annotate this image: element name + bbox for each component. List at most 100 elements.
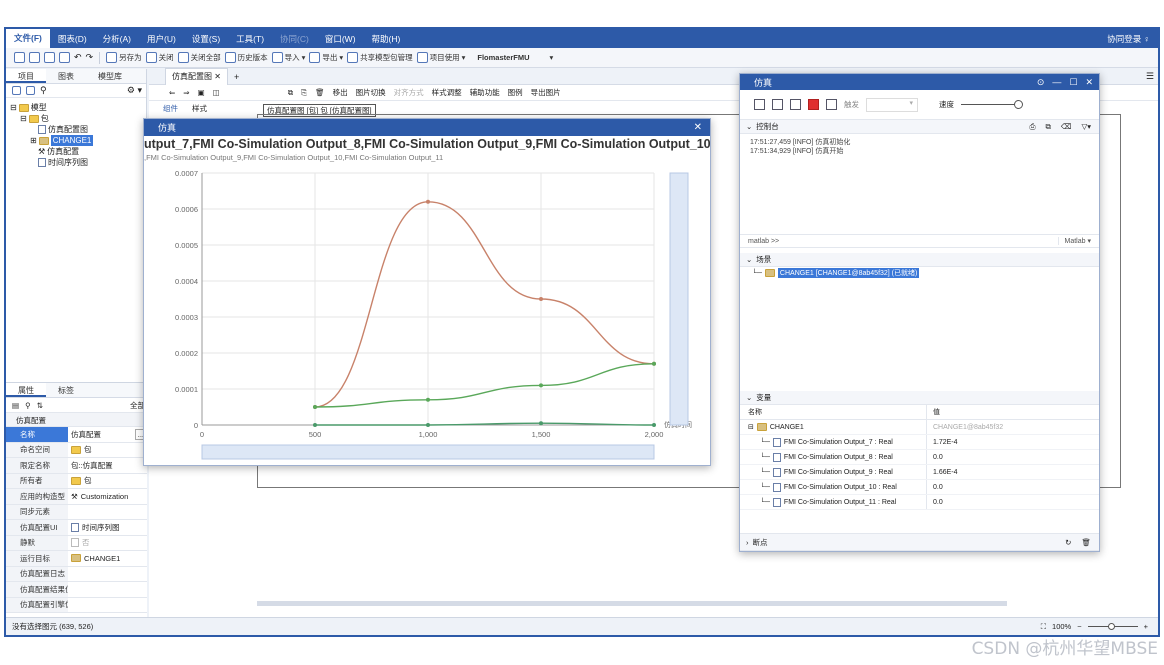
tree-node-sim-config-diagram[interactable]: 仿真配置图 xyxy=(10,124,142,135)
checkbox-icon[interactable] xyxy=(71,538,79,548)
menu-window[interactable]: 窗口(W) xyxy=(317,33,364,45)
scene-item[interactable]: └─ CHANGE1 [CHANGE1@8ab45f32] (已就绪) xyxy=(740,267,1099,279)
zoom-out-icon[interactable]: − xyxy=(1077,622,1081,631)
fmu-button[interactable]: FlomasterFMU xyxy=(477,53,529,62)
style-adjust-button[interactable]: 样式调整 xyxy=(432,87,462,98)
image-switch-button[interactable]: 图片切换 xyxy=(356,87,386,98)
props-search-icon[interactable]: ⚲ xyxy=(25,401,31,410)
prop-row-result[interactable]: 仿真配置结果位置 xyxy=(6,582,147,598)
table-row[interactable]: ⊟ CHANGE1 CHANGE1@8ab45f32 xyxy=(740,420,1099,435)
import-button[interactable]: 导入 ▾ xyxy=(271,52,305,63)
speed-slider[interactable] xyxy=(961,100,1023,109)
step-icon[interactable] xyxy=(754,99,765,110)
project-use-button[interactable]: 项目使用 ▾ xyxy=(416,52,465,63)
prop-row-silent[interactable]: 静默 否 xyxy=(6,535,147,551)
export-button[interactable]: 导出 ▾ xyxy=(309,52,343,63)
tree-node-model[interactable]: ⊟ 模型 xyxy=(10,102,142,113)
table-row[interactable]: └─ FMI Co-Simulation Output_9 : Real 1.66… xyxy=(740,465,1099,480)
close-icon[interactable]: ✕ xyxy=(214,72,221,81)
copy-icon[interactable]: ⧉ xyxy=(1045,122,1050,132)
prop-row-ui[interactable]: 仿真配置UI 时间序列图 xyxy=(6,520,147,536)
tab-sim-config-diagram[interactable]: 仿真配置图 ✕ xyxy=(165,68,228,85)
menu-diagram[interactable]: 图表(D) xyxy=(50,33,95,45)
open-icon[interactable] xyxy=(59,52,70,63)
sim-window-titlebar[interactable]: 仿真 ⊙ — ☐ ✕ xyxy=(740,74,1099,90)
new-icon[interactable] xyxy=(44,52,55,63)
table-row[interactable]: └─ FMI Co-Simulation Output_7 : Real 1.72… xyxy=(740,435,1099,450)
tab-properties[interactable]: 属性 xyxy=(6,383,46,397)
prop-row-namespace[interactable]: 命名空间 包 xyxy=(6,442,147,458)
help-icon[interactable]: ⊙ xyxy=(1037,77,1045,88)
zoom-slider-thumb[interactable] xyxy=(1107,623,1115,630)
menu-analysis[interactable]: 分析(A) xyxy=(95,33,139,45)
print-icon[interactable]: ⎙ xyxy=(1029,122,1035,132)
collapse-icon[interactable] xyxy=(26,86,35,95)
close-icon[interactable]: ✕ xyxy=(694,122,710,133)
fit-icon[interactable]: ⛶ xyxy=(1041,622,1046,632)
prop-row-stereotype[interactable]: 应用的构造型 ⚒ Customization xyxy=(6,489,147,505)
close-all-button[interactable]: 关闭全部 xyxy=(177,52,221,63)
tab-model-library[interactable]: 模型库 xyxy=(86,69,134,83)
legend-button[interactable]: 图例 xyxy=(508,87,523,98)
horizontal-scrollbar[interactable] xyxy=(257,601,1007,606)
var-value[interactable]: 0.0 xyxy=(926,450,1099,464)
var-value[interactable]: 1.72E-4 xyxy=(926,435,1099,449)
assist-button[interactable]: 辅助功能 xyxy=(470,87,500,98)
menu-user[interactable]: 用户(U) xyxy=(139,33,184,45)
table-row[interactable]: └─ FMI Co-Simulation Output_8 : Real 0.0 xyxy=(740,450,1099,465)
list-icon[interactable]: ☰ xyxy=(1146,71,1158,82)
prop-value[interactable]: 仿真配置... xyxy=(68,428,147,440)
menu-help[interactable]: 帮助(H) xyxy=(364,33,409,45)
toolbar-more-icon[interactable]: ▾ xyxy=(549,53,553,62)
history-button[interactable]: 历史版本 xyxy=(224,52,268,63)
breakpoints-header[interactable]: › 断点 ↻ 🗑 xyxy=(740,533,1099,551)
minimize-icon[interactable]: — xyxy=(1052,77,1061,88)
save-as-button[interactable]: 另存为 xyxy=(106,52,142,63)
nav-back-icon[interactable]: ⇐ xyxy=(169,88,175,97)
close-icon[interactable]: ✕ xyxy=(1085,77,1093,88)
filter-icon[interactable]: ▽▾ xyxy=(1081,122,1091,132)
var-value[interactable]: 1.66E-4 xyxy=(926,465,1099,479)
engine-select[interactable]: Matlab ▾ xyxy=(1057,237,1099,245)
console-header[interactable]: ⌄ 控制台 ⎙ ⧉ ⌫ ▽▾ xyxy=(740,120,1099,134)
export-image-button[interactable]: 导出图片 xyxy=(531,87,561,98)
prop-value[interactable]: 否 xyxy=(68,537,147,548)
save-icon[interactable] xyxy=(29,52,40,63)
prop-row-engine[interactable]: 仿真配置引擎优... xyxy=(6,597,147,613)
delete-icon[interactable]: 🗑 xyxy=(315,88,325,97)
delete-icon[interactable]: 🗑 xyxy=(1081,538,1091,547)
add-tab-icon[interactable]: + xyxy=(228,72,239,82)
table-row[interactable]: └─ FMI Co-Simulation Output_11 : Real 0.0 xyxy=(740,495,1099,510)
collab-login[interactable]: 协同登录 ♀ xyxy=(1107,33,1158,45)
command-line[interactable]: matlab >> Matlab ▾ xyxy=(740,234,1099,248)
prop-row-owner[interactable]: 所有者 包 xyxy=(6,473,147,489)
refresh-icon[interactable]: ↻ xyxy=(1065,538,1071,547)
tree-node-time-series[interactable]: 时间序列图 xyxy=(10,157,142,168)
clear-icon[interactable]: ⌫ xyxy=(1061,122,1072,132)
skip-icon[interactable] xyxy=(790,99,801,110)
prop-row-qualified-name[interactable]: 限定名称 包::仿真配置 xyxy=(6,458,147,474)
tb-icon-b[interactable]: ◫ xyxy=(213,88,220,97)
remove-button[interactable]: 移出 xyxy=(333,87,348,98)
zoom-slider[interactable] xyxy=(1087,623,1138,630)
expand-icon[interactable] xyxy=(12,86,21,95)
zoom-in-icon[interactable]: + xyxy=(1144,622,1148,631)
menu-settings[interactable]: 设置(S) xyxy=(184,33,228,45)
align-button[interactable]: 对齐方式 xyxy=(394,87,424,98)
tab-tags[interactable]: 标签 xyxy=(46,383,86,397)
sort-icon[interactable]: ⇅ xyxy=(37,401,43,410)
list-icon[interactable]: ▤ xyxy=(12,401,19,410)
pause-icon[interactable] xyxy=(772,99,783,110)
scene-header[interactable]: ⌄ 场景 xyxy=(740,253,1099,267)
gear-icon[interactable]: ⚙ ▾ xyxy=(127,85,146,96)
prop-row-sync[interactable]: 同步元素 xyxy=(6,504,147,520)
tab-project[interactable]: 项目 xyxy=(6,69,46,83)
search-icon[interactable]: ⚲ xyxy=(40,85,47,96)
redo-icon[interactable]: ↷ xyxy=(86,52,94,63)
close-button[interactable]: 关闭 xyxy=(145,52,174,63)
snapshot-icon[interactable] xyxy=(826,99,837,110)
copy-icon[interactable]: ⧉ xyxy=(288,88,293,98)
table-row[interactable]: └─ FMI Co-Simulation Output_10 : Real 0.0 xyxy=(740,480,1099,495)
stop-icon[interactable] xyxy=(808,99,819,110)
menu-collab[interactable]: 协同(C) xyxy=(272,33,317,45)
